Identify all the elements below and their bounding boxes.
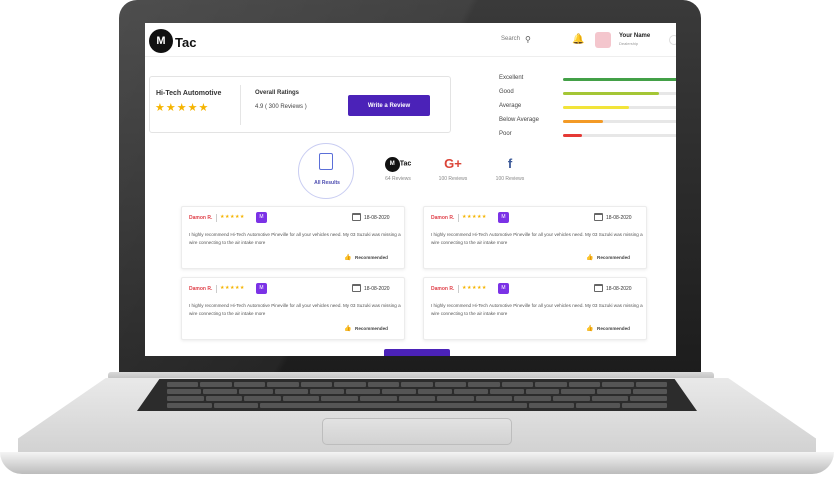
review-text: I highly recommend Hi-Tech Automotive Pi… [189, 232, 401, 245]
reviewer-name: Damon R. [431, 215, 455, 221]
reviewer-name: Damon R. [189, 286, 213, 292]
divider [240, 85, 241, 125]
tab-facebook[interactable]: f 100 Reviews [490, 155, 530, 189]
logo-text[interactable]: Tac [175, 35, 196, 50]
divider [458, 214, 459, 222]
document-icon [319, 153, 333, 170]
rating-bar-track [563, 78, 676, 81]
review-text: I highly recommend Hi-Tech Automotive Pi… [431, 232, 643, 245]
review-stars: ★★★★★ [220, 214, 245, 220]
rating-bar-fill [563, 78, 676, 81]
divider [458, 285, 459, 293]
thumbs-up-icon: 👍 [344, 255, 352, 261]
recommended-label: Recommended [355, 326, 388, 331]
settings-icon[interactable] [669, 35, 676, 45]
review-card[interactable]: Damon R. ★★★★★ M 18-08-2020 I highly rec… [181, 206, 405, 269]
rating-row-label: Good [499, 89, 514, 95]
rating-row-label: Below Average [499, 117, 539, 123]
review-date: 18-08-2020 [606, 286, 632, 292]
review-card[interactable]: Damon R. ★★★★★ M 18-08-2020 I highly rec… [423, 277, 647, 340]
business-stars: ★★★★★ [155, 102, 210, 114]
rating-row: Poor [499, 131, 676, 143]
google-plus-icon: G+ [444, 156, 462, 171]
overall-ratings-value: 4.9 ( 300 Reviews ) [255, 104, 307, 110]
calendar-icon [594, 284, 603, 292]
laptop-mockup: M Tac Search ⚲ 🔔 Your Name Dealership Hi… [0, 0, 834, 491]
rating-summary-card: Hi-Tech Automotive ★★★★★ Overall Ratings… [149, 76, 451, 133]
tab-all-results-label: All Results [314, 180, 340, 186]
thumbs-up-icon: 👍 [586, 255, 594, 261]
mtac-logo-icon: M Tac [378, 155, 418, 173]
calendar-icon [352, 284, 361, 292]
recommended-label: Recommended [355, 255, 388, 260]
facebook-icon: f [507, 156, 513, 171]
calendar-icon [352, 213, 361, 221]
rating-bar-track [563, 120, 676, 123]
tab-all-results[interactable]: All Results [298, 143, 354, 199]
divider [216, 285, 217, 293]
tab-facebook-count: 100 Reviews [495, 176, 525, 182]
tab-google-count: 100 Reviews [438, 176, 468, 182]
bell-icon[interactable]: 🔔 [572, 34, 584, 45]
rating-row: Good [499, 89, 676, 101]
rating-bar-track [563, 92, 676, 95]
app-header: M Tac Search ⚲ 🔔 Your Name Dealership [145, 23, 676, 57]
review-stars: ★★★★★ [220, 285, 245, 291]
reviewer-name: Damon R. [189, 215, 213, 221]
source-badge: M [256, 283, 267, 294]
avatar[interactable] [595, 32, 611, 48]
review-date: 18-08-2020 [364, 286, 390, 292]
tab-mtac-count: 64 Reviews [385, 176, 411, 182]
recommended-label: Recommended [597, 326, 630, 331]
review-text: I highly recommend Hi-Tech Automotive Pi… [431, 303, 643, 316]
rating-bar-track [563, 134, 676, 137]
load-more-button[interactable] [384, 349, 450, 356]
recommended-label: Recommended [597, 255, 630, 260]
tab-mtac[interactable]: M Tac 64 Reviews [378, 155, 418, 189]
search-label[interactable]: Search [501, 36, 520, 42]
source-badge: M [256, 212, 267, 223]
review-card[interactable]: Damon R. ★★★★★ M 18-08-2020 I highly rec… [423, 206, 647, 269]
write-review-button[interactable]: Write a Review [348, 95, 430, 116]
rating-bar-track [563, 106, 676, 109]
source-badge: M [498, 212, 509, 223]
rating-row-label: Average [499, 103, 522, 109]
laptop-keyboard [137, 379, 697, 411]
overall-ratings-label: Overall Ratings [255, 90, 300, 96]
rating-row: Average [499, 103, 676, 115]
laptop-screen: M Tac Search ⚲ 🔔 Your Name Dealership Hi… [145, 23, 676, 356]
rating-bar-fill [563, 120, 603, 123]
tab-google[interactable]: G+ 100 Reviews [433, 155, 473, 189]
laptop-base-edge [0, 452, 834, 474]
rating-row-label: Poor [499, 131, 512, 137]
logo-mark[interactable]: M [149, 29, 173, 53]
thumbs-up-icon: 👍 [586, 326, 594, 332]
reviewer-name: Damon R. [431, 286, 455, 292]
rating-row: Excellent [499, 75, 676, 87]
review-date: 18-08-2020 [364, 215, 390, 221]
user-role: Dealership [619, 41, 639, 46]
rating-bar-fill [563, 134, 583, 137]
thumbs-up-icon: 👍 [344, 326, 352, 332]
divider [216, 214, 217, 222]
review-stars: ★★★★★ [462, 214, 487, 220]
rating-row-label: Excellent [499, 75, 524, 81]
calendar-icon [594, 213, 603, 221]
business-name: Hi-Tech Automotive [156, 90, 222, 97]
source-badge: M [498, 283, 509, 294]
user-name[interactable]: Your Name [619, 33, 650, 39]
rating-row: Below Average [499, 117, 676, 129]
rating-bar-fill [563, 106, 629, 109]
rating-bar-fill [563, 92, 659, 95]
review-stars: ★★★★★ [462, 285, 487, 291]
review-text: I highly recommend Hi-Tech Automotive Pi… [189, 303, 401, 316]
search-icon[interactable]: ⚲ [525, 35, 531, 44]
laptop-trackpad [322, 418, 512, 445]
review-date: 18-08-2020 [606, 215, 632, 221]
review-card[interactable]: Damon R. ★★★★★ M 18-08-2020 I highly rec… [181, 277, 405, 340]
